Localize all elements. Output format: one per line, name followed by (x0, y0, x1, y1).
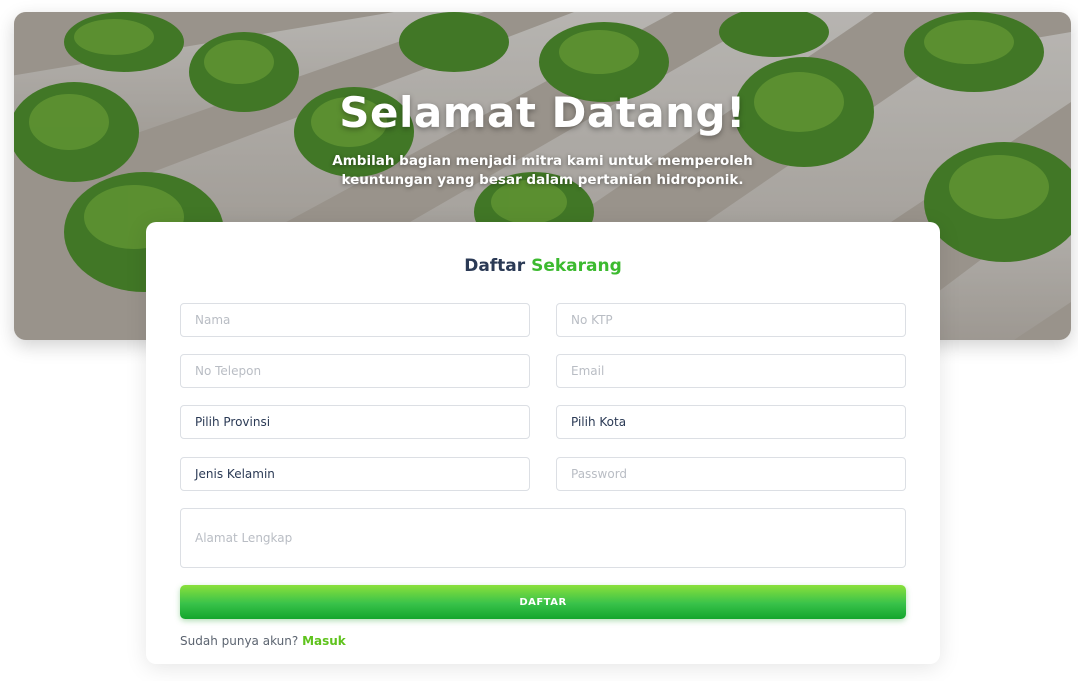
password-input[interactable] (556, 457, 906, 491)
email-input[interactable] (556, 354, 906, 388)
daftar-button[interactable]: DAFTAR (180, 585, 906, 619)
provinsi-select-value: Pilih Provinsi (195, 415, 271, 429)
jenis-kelamin-select-value: Jenis Kelamin (195, 467, 275, 481)
form-title-part2: Sekarang (531, 256, 622, 276)
hero-subtitle: Ambilah bagian menjadi mitra kami untuk … (14, 152, 1071, 190)
form-title: Daftar Sekarang (146, 256, 940, 276)
telepon-input[interactable] (180, 354, 530, 388)
masuk-link[interactable]: Masuk (302, 634, 346, 648)
form-title-part1: Daftar (464, 256, 526, 276)
hero-title: Selamat Datang! (339, 88, 746, 137)
provinsi-select[interactable]: Pilih Provinsi (180, 405, 530, 439)
kota-select-value: Pilih Kota (571, 415, 627, 429)
hero-subtitle-line2: keuntungan yang besar dalam pertanian hi… (341, 172, 744, 188)
registration-card: Daftar Sekarang Pilih Provinsi Pilih Kot… (146, 222, 940, 664)
nama-input[interactable] (180, 303, 530, 337)
jenis-kelamin-select[interactable]: Jenis Kelamin (180, 457, 530, 491)
login-prompt: Sudah punya akun? Masuk (180, 634, 346, 648)
login-prompt-text: Sudah punya akun? (180, 634, 299, 648)
ktp-input[interactable] (556, 303, 906, 337)
kota-select[interactable]: Pilih Kota (556, 405, 906, 439)
hero-subtitle-line1: Ambilah bagian menjadi mitra kami untuk … (332, 153, 753, 169)
registration-page: Selamat Datang! Ambilah bagian menjadi m… (0, 0, 1078, 681)
alamat-textarea[interactable] (180, 508, 906, 568)
